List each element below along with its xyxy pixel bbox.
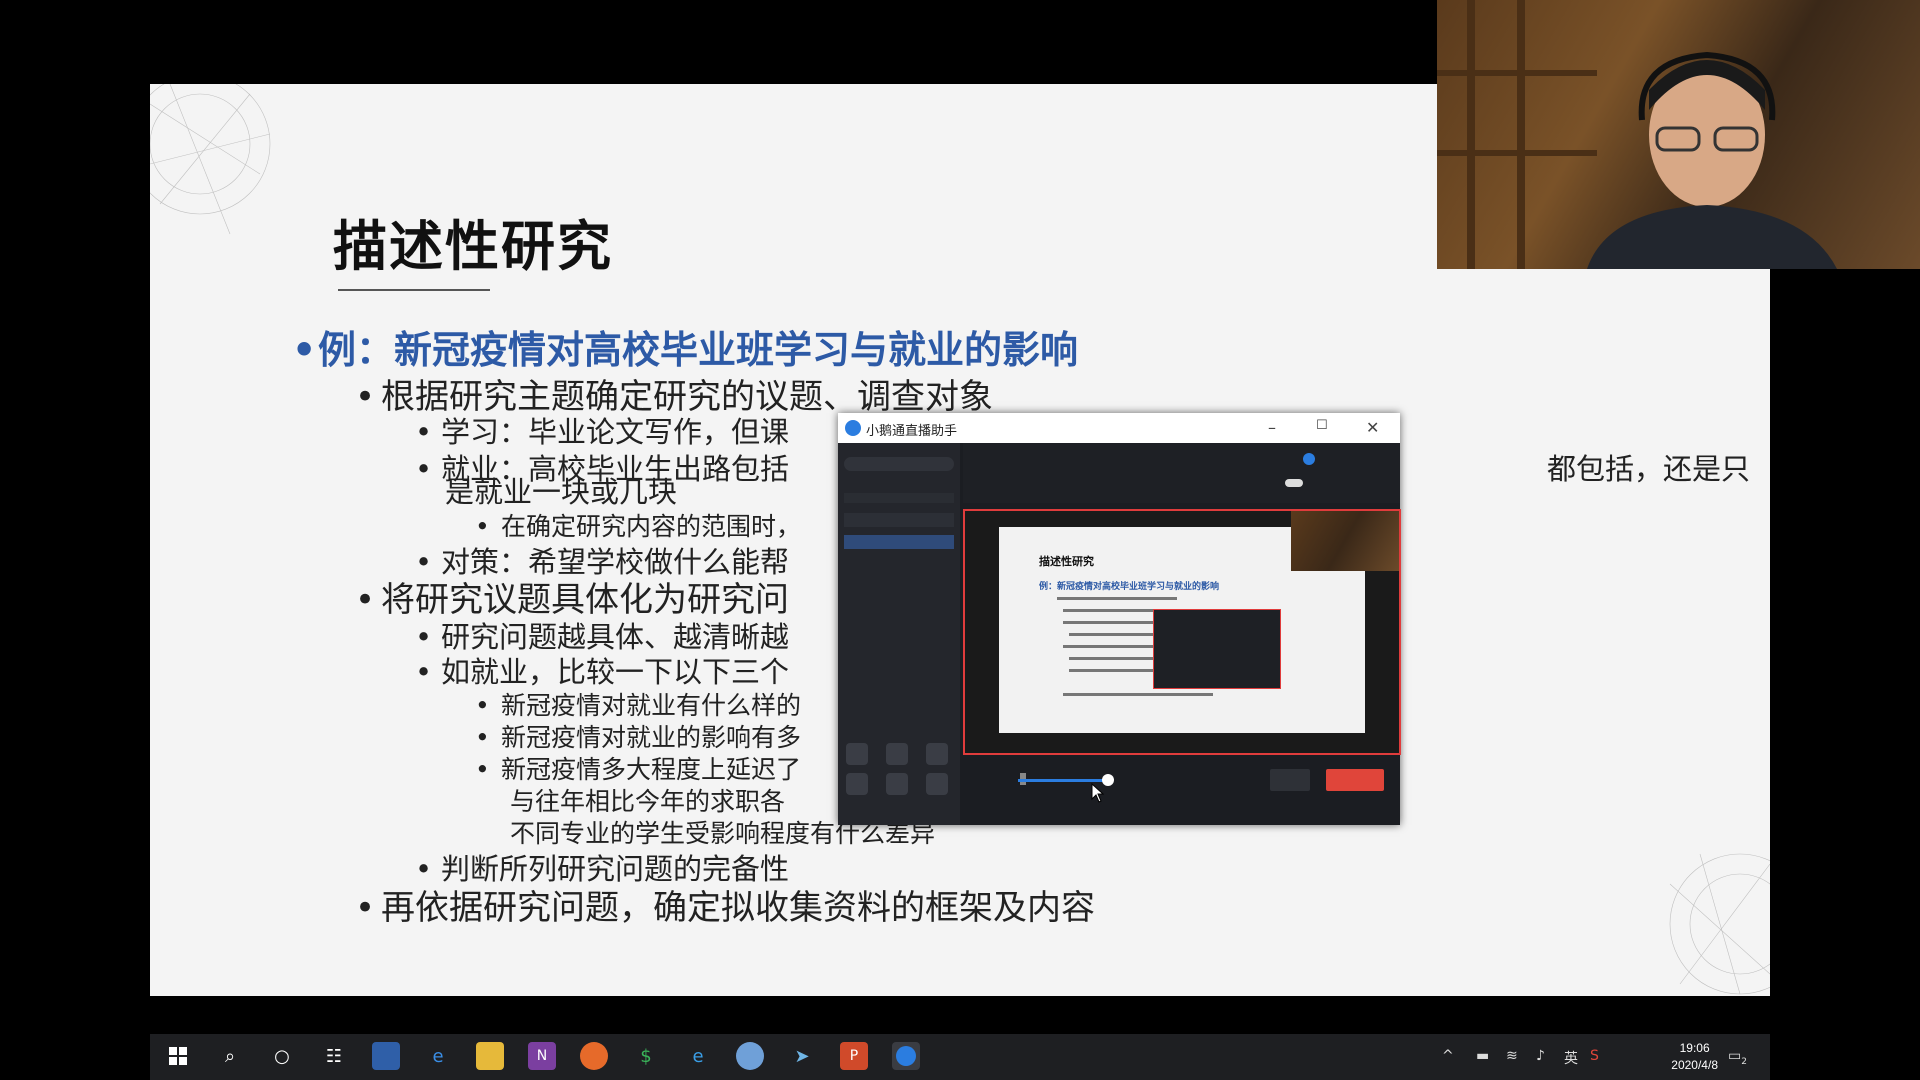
preview-text-line [1063,609,1163,612]
windows-start-icon[interactable] [164,1042,192,1070]
clock-time: 19:06 [1679,1041,1710,1055]
sogou-tray-icon[interactable]: S [1590,1048,1599,1064]
scene-item[interactable] [844,513,954,527]
edge-icon[interactable]: e [424,1042,452,1070]
bullet-continuation: 都包括，还是只 [1547,452,1751,486]
wifi-tray-icon[interactable]: ≋ [1506,1048,1518,1064]
window-titlebar[interactable]: 小鹅通直播助手 – ☐ ✕ [838,413,1400,443]
window-title: 小鹅通直播助手 [866,424,958,439]
live-preview: 描述性研究 例：新冠疫情对高校毕业班学习与就业的影响 [963,509,1401,755]
tool-button[interactable] [846,743,868,765]
title-underline [338,289,490,291]
bookshelf-board [1437,70,1597,76]
preview-webcam [1291,511,1399,571]
tool-button[interactable] [926,743,948,765]
notification-center-icon[interactable]: ▭2 [1728,1048,1747,1067]
minimize-button[interactable]: – [1268,418,1276,437]
firefox-icon[interactable] [580,1042,608,1070]
live-assistant-taskbar-icon[interactable] [892,1042,920,1070]
app-logo-icon [845,420,861,436]
input-method-label[interactable]: 英 [1564,1048,1578,1068]
presenter-silhouette [1587,51,1837,269]
app-top-toolbar [963,443,1400,503]
scene-item-selected[interactable] [844,535,954,549]
live-assistant-window[interactable]: 小鹅通直播助手 – ☐ ✕ 描述性研究 例：新冠疫情对高校毕业班学习与就业的影响 [838,413,1401,825]
internet-explorer-icon[interactable]: e [684,1042,712,1070]
bullet-l2: • 学习：毕业论文写作，但课 [415,415,790,449]
preview-text-line [1069,669,1164,672]
tool-button[interactable] [886,743,908,765]
bullet-continuation: 与往年相比今年的求职各 [510,787,786,816]
preview-text-line [1057,597,1177,600]
tool-button[interactable] [926,773,948,795]
tool-button[interactable] [846,773,868,795]
tray-chevron-icon[interactable]: ^ [1442,1048,1454,1064]
secondary-button[interactable] [1270,769,1310,791]
arrow-app-icon[interactable]: ➤ [788,1042,816,1070]
notification-count: 2 [1741,1056,1747,1067]
bullet-l3: • 新冠疫情多大程度上延迟了 [475,755,802,784]
bullet-l1: • 再依据研究问题，确定拟收集资料的框架及内容 [355,888,1095,928]
start-live-button[interactable] [1326,769,1384,791]
onenote-icon[interactable]: N [528,1042,556,1070]
windows-taskbar: ⌕ ○ ☷ e N $ e ➤ P ^ ▬ ≋ ♪ 英 S 19:06 2020… [150,1034,1770,1080]
app-sidebar [838,443,960,825]
volume-slider[interactable] [1018,779,1108,782]
network-decoration-top-left [150,84,271,235]
globe-app-icon[interactable] [736,1042,764,1070]
clock-date: 2020/4/8 [1671,1058,1718,1072]
preview-text-line [1069,633,1159,636]
search-icon[interactable]: ⌕ [216,1042,244,1070]
preview-slide-subtitle: 例：新冠疫情对高校毕业班学习与就业的影响 [1039,582,1220,592]
bookshelf-post [1467,0,1475,269]
preview-slide-title: 描述性研究 [1039,555,1094,568]
cortana-icon[interactable]: ○ [268,1042,296,1070]
account-row[interactable] [844,457,954,471]
bullet-example: •例：新冠疫情对高校毕业班学习与就业的影响 [292,327,1079,372]
webcam-video [1437,0,1920,269]
preview-text-line [1063,693,1213,696]
mouse-cursor-icon [1091,783,1105,803]
preview-recursive-window [1153,609,1281,689]
preview-text-line [1063,645,1163,648]
slide-title: 描述性研究 [333,215,613,278]
network-decoration-bottom-right [1669,853,1770,995]
maximize-button[interactable]: ☐ [1316,418,1328,433]
close-button[interactable]: ✕ [1366,418,1379,437]
taskbar-clock[interactable]: 19:06 2020/4/8 [1671,1040,1718,1074]
file-explorer-icon[interactable] [476,1042,504,1070]
toggle-switch[interactable] [1285,479,1303,487]
bullet-l3: • 新冠疫情对就业有什么样的 [475,691,802,720]
network-tray-icon[interactable]: ▬ [1476,1048,1489,1064]
bookshelf-post [1517,0,1525,269]
bullet-l2: • 如就业，比较一下以下三个 [415,655,790,689]
bookshelf-board [1437,150,1597,156]
app-green-icon[interactable]: $ [632,1042,660,1070]
bullet-l3: • 在确定研究内容的范围时， [475,512,802,541]
bullet-continuation: 是就业一块或几块 [445,475,678,509]
tool-button[interactable] [886,773,908,795]
task-view-icon[interactable]: ☷ [320,1042,348,1070]
bullet-l3: • 新冠疫情对就业的影响有多 [475,723,802,752]
app-icon[interactable] [372,1042,400,1070]
powerpoint-icon[interactable]: P [840,1042,868,1070]
scene-toolbar[interactable] [844,493,954,503]
user-avatar[interactable] [1303,453,1315,465]
volume-tray-icon[interactable]: ♪ [1536,1048,1545,1064]
